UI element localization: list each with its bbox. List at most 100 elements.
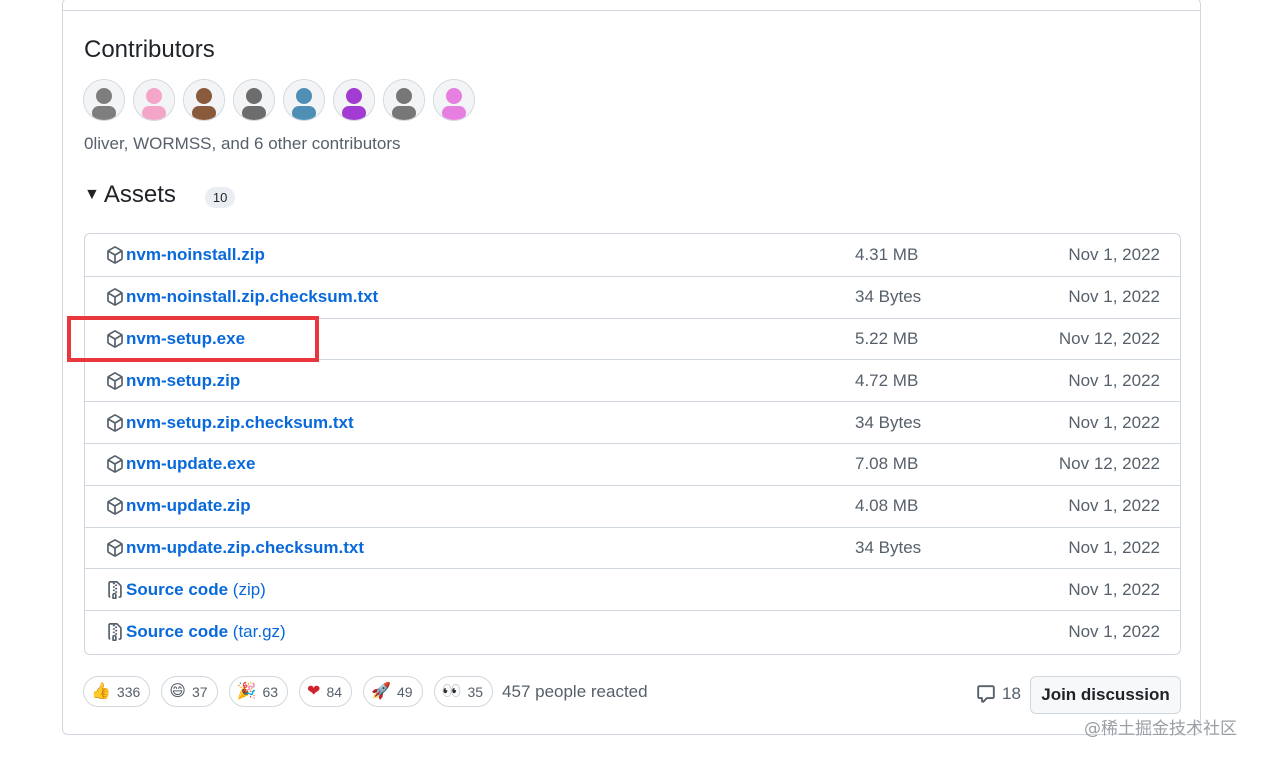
asset-name: nvm-setup.zip.checksum.txt xyxy=(126,412,354,432)
asset-row: nvm-update.exe 7.08 MB Nov 12, 2022 xyxy=(85,442,1180,485)
asset-size: 4.31 MB xyxy=(855,244,919,264)
package-icon xyxy=(106,413,124,432)
asset-name: nvm-setup.exe xyxy=(126,328,246,348)
asset-name: nvm-update.exe xyxy=(126,454,256,474)
asset-name: nvm-noinstall.zip xyxy=(126,244,265,264)
asset-size: 4.72 MB xyxy=(855,370,919,390)
package-icon xyxy=(106,288,124,307)
asset-size: 5.22 MB xyxy=(855,328,919,348)
asset-row: nvm-noinstall.zip 4.31 MB Nov 1, 2022 xyxy=(85,234,1180,276)
reaction-button[interactable]: 👀 35 xyxy=(433,676,494,707)
avatar[interactable] xyxy=(433,79,475,121)
asset-date: Nov 1, 2022 xyxy=(1068,537,1160,557)
asset-link[interactable]: nvm-update.zip xyxy=(126,496,251,516)
eyes-icon: 👀 xyxy=(441,682,462,700)
avatar[interactable] xyxy=(233,79,275,121)
asset-date: Nov 1, 2022 xyxy=(1068,370,1160,390)
asset-name: nvm-setup.zip xyxy=(126,370,241,390)
asset-link[interactable]: nvm-update.exe xyxy=(126,454,255,474)
comment-count-value: 18 xyxy=(1002,684,1021,703)
reaction-button[interactable]: 😄 37 xyxy=(161,676,218,707)
avatar[interactable] xyxy=(283,79,325,121)
reaction-button[interactable]: 🎉 63 xyxy=(228,676,289,707)
asset-row: Source code (zip) Nov 1, 2022 xyxy=(85,568,1180,610)
asset-row: nvm-noinstall.zip.checksum.txt 34 Bytes No… xyxy=(85,275,1180,318)
reactions-summary: 457 people reacted xyxy=(502,681,648,701)
asset-format: (tar.gz) xyxy=(232,621,286,641)
package-icon xyxy=(106,330,124,348)
asset-link[interactable]: Source code (tar.gz) xyxy=(126,622,286,642)
laugh-icon: 😄 xyxy=(169,682,186,700)
reaction-count: 84 xyxy=(326,683,343,700)
asset-link[interactable]: nvm-noinstall.zip xyxy=(126,245,265,265)
asset-link[interactable]: nvm-setup.exe xyxy=(126,329,245,349)
asset-row: Source code (tar.gz) Nov 1, 2022 xyxy=(85,610,1180,652)
join-discussion-button[interactable]: Join discussion xyxy=(1030,676,1181,714)
asset-name: Source code xyxy=(126,579,229,599)
assets-title: Assets xyxy=(103,181,176,208)
reactions-bar: 👍 336 😄 37 🎉 63 ❤ 84 🚀 49 👀 35 457 people reacted xyxy=(83,676,648,707)
release-page: Contributors 0liver, WORMSS, and 6 other… xyxy=(0,0,1266,757)
asset-date: Nov 1, 2022 xyxy=(1068,621,1160,641)
asset-size: 34 Bytes xyxy=(855,537,922,557)
assets-toggle[interactable]: ▼ Assets 10 xyxy=(84,181,236,209)
reaction-count: 63 xyxy=(262,683,279,700)
asset-link[interactable]: Source code (zip) xyxy=(126,580,266,600)
asset-name: nvm-noinstall.zip.checksum.txt xyxy=(126,287,379,307)
avatar[interactable] xyxy=(183,79,225,121)
reaction-count: 336 xyxy=(116,683,141,700)
avatar[interactable] xyxy=(333,79,375,121)
asset-date: Nov 1, 2022 xyxy=(1068,287,1160,307)
package-icon xyxy=(106,455,124,474)
avatar[interactable] xyxy=(383,79,425,121)
file-zip-icon xyxy=(106,622,124,641)
asset-row: nvm-setup.exe 5.22 MB Nov 12, 2022 xyxy=(85,317,1180,360)
asset-date: Nov 12, 2022 xyxy=(1058,328,1160,348)
asset-row: nvm-update.zip 4.08 MB Nov 1, 2022 xyxy=(85,484,1180,527)
heart-icon: ❤ xyxy=(307,682,321,700)
asset-date: Nov 1, 2022 xyxy=(1068,412,1160,432)
asset-link[interactable]: nvm-setup.zip.checksum.txt xyxy=(126,413,354,433)
asset-format: (zip) xyxy=(232,579,266,599)
reaction-count: 49 xyxy=(396,683,413,700)
hooray-icon: 🎉 xyxy=(236,682,257,700)
asset-link[interactable]: nvm-update.zip.checksum.txt xyxy=(126,538,364,558)
avatar[interactable] xyxy=(133,79,175,121)
asset-date: Nov 1, 2022 xyxy=(1068,244,1160,264)
contributor-avatars xyxy=(83,79,475,121)
asset-date: Nov 1, 2022 xyxy=(1068,496,1160,516)
asset-name: nvm-update.zip xyxy=(126,496,251,516)
asset-name: Source code xyxy=(126,621,229,641)
package-icon xyxy=(106,539,124,557)
comment-icon xyxy=(977,685,995,703)
asset-link[interactable]: nvm-noinstall.zip.checksum.txt xyxy=(126,287,378,307)
asset-row: nvm-setup.zip 4.72 MB Nov 1, 2022 xyxy=(85,359,1180,401)
asset-row: nvm-setup.zip.checksum.txt 34 Bytes Nov 1,… xyxy=(85,401,1180,443)
thumbs-up-icon: 👍 xyxy=(91,682,111,700)
reaction-button[interactable]: 👍 336 xyxy=(83,676,151,707)
package-icon xyxy=(106,246,124,264)
asset-size: 34 Bytes xyxy=(855,287,922,307)
contributors-summary[interactable]: 0liver, WORMSS, and 6 other contributors xyxy=(84,134,401,154)
asset-name: nvm-update.zip.checksum.txt xyxy=(126,537,365,557)
reaction-count: 37 xyxy=(191,683,208,700)
assets-count-badge: 10 xyxy=(204,186,236,208)
asset-size: 34 Bytes xyxy=(855,412,922,432)
asset-row: nvm-update.zip.checksum.txt 34 Bytes Nov 1… xyxy=(85,526,1180,569)
caret-down-icon: ▼ xyxy=(84,186,100,203)
avatar[interactable] xyxy=(83,79,125,121)
asset-date: Nov 12, 2022 xyxy=(1058,454,1160,474)
comment-count[interactable]: 18 xyxy=(976,684,1021,704)
asset-link[interactable]: nvm-setup.zip xyxy=(126,371,240,391)
reaction-button[interactable]: 🚀 49 xyxy=(363,676,423,707)
asset-date: Nov 1, 2022 xyxy=(1068,579,1160,599)
divider xyxy=(63,10,1200,11)
contributors-title: Contributors xyxy=(84,36,215,63)
rocket-icon: 🚀 xyxy=(371,682,391,700)
assets-list: nvm-noinstall.zip 4.31 MB Nov 1, 2022 nvm-n… xyxy=(84,233,1181,655)
asset-size: 7.08 MB xyxy=(855,454,919,474)
package-icon xyxy=(106,497,124,515)
file-zip-icon xyxy=(106,580,124,599)
reaction-button[interactable]: ❤ 84 xyxy=(299,676,353,707)
watermark: @稀土掘金技术社区 xyxy=(1084,719,1237,739)
